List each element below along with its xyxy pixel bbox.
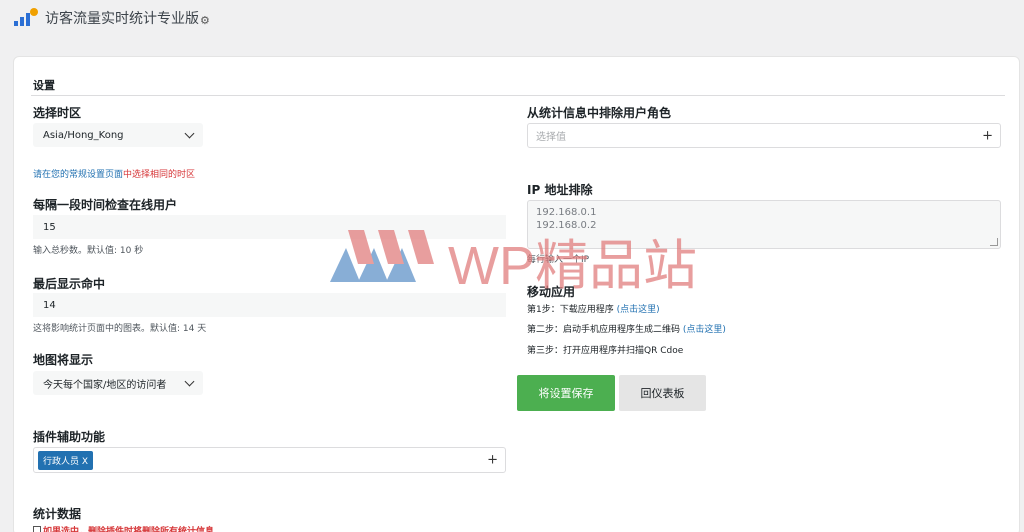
app-title: 访客流量实时统计专业版 (45, 11, 199, 27)
divider (31, 95, 1005, 96)
chevron-down-icon (184, 128, 195, 138)
section-title: 设置 (33, 79, 55, 92)
save-settings-button[interactable]: 将设置保存 (517, 375, 615, 411)
add-icon[interactable]: + (982, 128, 993, 143)
exclude-roles-placeholder: 选择值 (536, 132, 566, 143)
watermark-logo-icon (330, 230, 434, 282)
mobile-step-2: 第二步：启动手机应用程序生成二维码 (点击这里) (527, 325, 726, 335)
add-icon[interactable]: + (487, 453, 498, 468)
stats-data-label: 统计数据 (33, 507, 82, 521)
ip-exclude-label: IP 地址排除 (527, 183, 593, 197)
plugin-access-label: 插件辅助功能 (33, 430, 106, 444)
timezone-label: 选择时区 (33, 106, 82, 120)
download-link[interactable]: (点击这里) (617, 305, 660, 315)
exclude-roles-label: 从统计信息中排除用户角色 (527, 106, 672, 120)
gear-icon[interactable]: ⚙ (200, 14, 210, 27)
exclude-roles-select[interactable]: 选择值 + (527, 123, 1001, 148)
page-header: 访客流量实时统计专业版 ⚙ (14, 7, 210, 29)
timezone-help: 请在您的常规设置页面中选择相同的时区 (33, 170, 196, 180)
watermark-text: WP精品站 (448, 236, 697, 296)
map-select[interactable]: 今天每个国家/地区的访问者 (33, 371, 203, 395)
last-hits-label: 最后显示命中 (33, 277, 106, 291)
plugin-access-select[interactable]: 行政人员 X + (33, 447, 506, 473)
last-hits-help: 这将影响统计页面中的图表。默认值: 14 天 (33, 324, 207, 334)
watermark: WP精品站 (330, 230, 697, 296)
timezone-select[interactable]: Asia/Hong_Kong (33, 123, 203, 147)
mobile-step-3: 第三步：打开应用程序并扫描QR Cdoe (527, 346, 684, 356)
timezone-value: Asia/Hong_Kong (43, 129, 124, 141)
delete-stats-text: 如果选中，删除插件时将删除所有统计信息 (43, 527, 215, 532)
chevron-down-icon (184, 376, 195, 386)
resize-handle[interactable] (990, 238, 998, 246)
map-label: 地图将显示 (33, 353, 94, 367)
online-check-label: 每隔一段时间检查在线用户 (33, 198, 178, 212)
chart-logo-icon (14, 8, 38, 28)
map-value: 今天每个国家/地区的访问者 (43, 379, 167, 391)
role-tag[interactable]: 行政人员 X (38, 450, 94, 470)
qr-link[interactable]: (点击这里) (683, 325, 726, 335)
online-check-help: 输入总秒数。默认值: 10 秒 (33, 246, 144, 256)
back-dashboard-button[interactable]: 回仪表板 (619, 375, 706, 411)
delete-stats-checkbox[interactable] (33, 526, 41, 532)
